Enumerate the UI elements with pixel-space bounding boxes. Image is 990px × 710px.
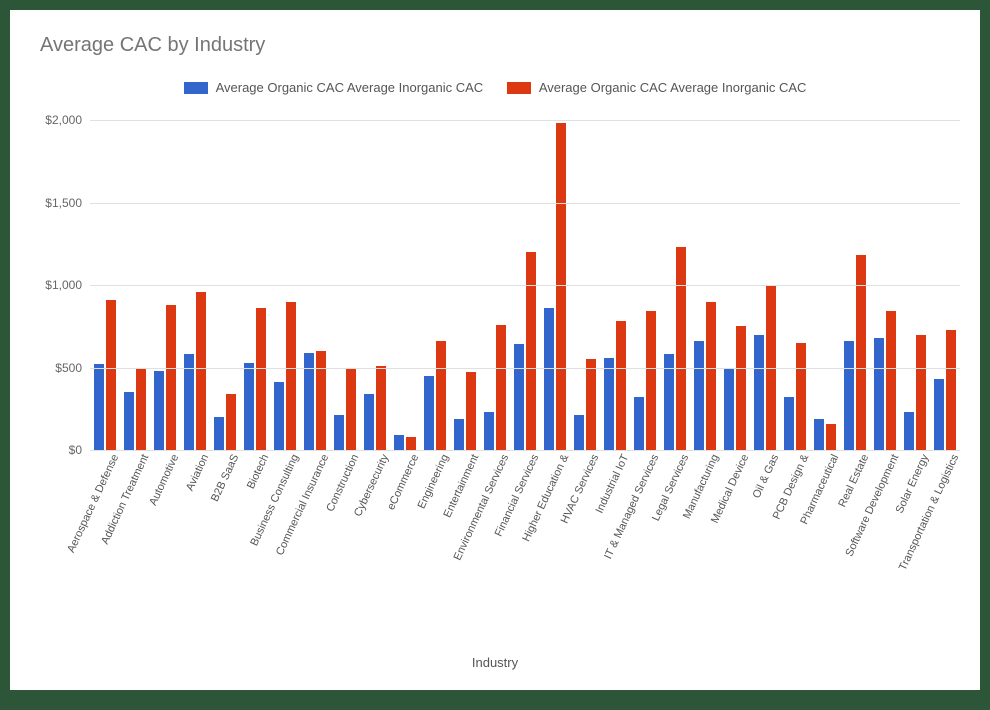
category-label: Environmental Services [452, 453, 512, 563]
grid-line [90, 450, 960, 451]
bar-series-1 [544, 308, 555, 450]
legend-item-2: Average Organic CAC Average Inorganic CA… [507, 80, 807, 95]
grid-line [90, 285, 960, 286]
bar-series-2 [706, 302, 717, 451]
bar-series-2 [466, 372, 477, 450]
bar-series-2 [616, 321, 627, 450]
bar-series-1 [754, 335, 765, 451]
bar-series-1 [694, 341, 705, 450]
bar-series-2 [586, 359, 597, 450]
bar-series-1 [904, 412, 915, 450]
chart-frame: Average CAC by Industry Average Organic … [10, 10, 980, 690]
bar-series-1 [484, 412, 495, 450]
bar-series-1 [274, 382, 285, 450]
bar-series-2 [916, 335, 927, 451]
y-tick-label: $500 [55, 361, 90, 375]
bar-series-2 [886, 311, 897, 450]
bar-series-2 [256, 308, 267, 450]
bar-series-2 [676, 247, 687, 450]
bar-series-1 [214, 417, 225, 450]
bar-series-2 [436, 341, 447, 450]
bar-series-1 [814, 419, 825, 450]
category-label: Automotive [147, 453, 181, 508]
y-tick-label: $1,000 [45, 278, 90, 292]
category-label: Real Estate [836, 453, 871, 510]
category-label: Transportation & Logistics [897, 453, 961, 573]
category-label: Aviation [184, 453, 211, 493]
legend: Average Organic CAC Average Inorganic CA… [10, 80, 980, 97]
bar-series-1 [124, 392, 135, 450]
bar-series-1 [94, 364, 105, 450]
bar-series-2 [526, 252, 537, 450]
legend-label-1: Average Organic CAC Average Inorganic CA… [216, 80, 484, 95]
x-axis-label: Industry [10, 655, 980, 670]
bar-series-1 [154, 371, 165, 450]
bar-series-1 [604, 358, 615, 450]
bar-series-2 [166, 305, 177, 450]
bar-series-1 [634, 397, 645, 450]
chart-title: Average CAC by Industry [40, 34, 265, 57]
bar-series-2 [226, 394, 237, 450]
y-tick-label: $0 [69, 443, 90, 457]
bar-series-2 [106, 300, 117, 450]
legend-label-2: Average Organic CAC Average Inorganic CA… [539, 80, 807, 95]
bar-series-1 [574, 415, 585, 450]
bar-series-1 [784, 397, 795, 450]
plot-area: Aerospace & DefenseAddiction TreatmentAu… [90, 120, 960, 450]
y-tick-label: $2,000 [45, 113, 90, 127]
bar-series-1 [184, 354, 195, 450]
bar-series-1 [724, 368, 735, 451]
bar-series-1 [844, 341, 855, 450]
bar-series-2 [406, 437, 417, 450]
grid-line [90, 203, 960, 204]
legend-item-1: Average Organic CAC Average Inorganic CA… [184, 80, 484, 95]
bar-series-1 [874, 338, 885, 450]
bar-series-1 [334, 415, 345, 450]
bar-series-2 [736, 326, 747, 450]
y-tick-label: $1,500 [45, 196, 90, 210]
grid-line [90, 368, 960, 369]
bar-series-2 [946, 330, 957, 450]
bar-series-2 [316, 351, 327, 450]
legend-swatch-1 [184, 82, 208, 94]
category-label: IT & Managed Services [602, 453, 661, 562]
grid-line [90, 120, 960, 121]
bar-series-1 [934, 379, 945, 450]
bar-series-1 [514, 344, 525, 450]
bar-series-2 [556, 123, 567, 450]
category-label: Biotech [245, 453, 271, 491]
bar-series-2 [796, 343, 807, 450]
bar-series-1 [394, 435, 405, 450]
bar-series-1 [364, 394, 375, 450]
legend-swatch-2 [507, 82, 531, 94]
bar-series-2 [826, 424, 837, 450]
bar-series-1 [664, 354, 675, 450]
bar-series-1 [244, 363, 255, 450]
bar-series-2 [646, 311, 657, 450]
category-label: B2B SaaS [209, 453, 241, 504]
bar-series-2 [136, 368, 147, 451]
bar-series-2 [376, 366, 387, 450]
bar-series-2 [496, 325, 507, 450]
bar-series-2 [286, 302, 297, 451]
bar-series-2 [346, 369, 357, 450]
bar-series-1 [454, 419, 465, 450]
bar-series-1 [424, 376, 435, 450]
bar-series-2 [196, 292, 207, 450]
category-label: Oil & Gas [751, 453, 782, 501]
